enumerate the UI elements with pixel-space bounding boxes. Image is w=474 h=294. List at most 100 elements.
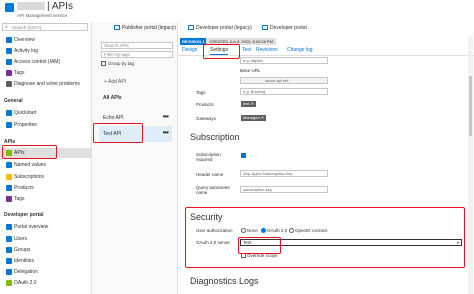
sidebar-item-named-values[interactable]: Named values [0, 160, 92, 170]
wrench-icon [6, 81, 12, 87]
revision-bar: REVISION 1 CREATED Jun 8, 2020, 8:00:28 P… [180, 38, 276, 45]
scrollbar-thumb[interactable] [469, 76, 472, 136]
override-scope-checkbox[interactable]: Override scope [241, 253, 278, 258]
group-by-tag-checkbox[interactable]: Group by tag [101, 61, 134, 66]
sidebar-item-quickstart[interactable]: Quickstart [0, 108, 92, 118]
subscription-heading: Subscription [190, 132, 240, 142]
gateways-label: Gateways [196, 116, 217, 121]
api-item-echo[interactable]: Echo API ••• [99, 110, 172, 126]
oauth-server-select[interactable]: Test ▾ [240, 239, 462, 246]
search-icon: ⌕ [5, 24, 8, 30]
properties-icon [6, 122, 12, 128]
query-param-label: Query parameter name [196, 185, 231, 195]
sidebar-item-groups[interactable]: Groups [0, 245, 92, 255]
developer-portal-legacy-link[interactable]: Developer portal (legacy) [188, 25, 252, 31]
oauth-icon [6, 280, 12, 286]
products-label: Products [196, 102, 214, 107]
subscription-required-checkbox[interactable] [241, 153, 246, 158]
radio-oauth[interactable]: OAuth 2.0 [261, 228, 287, 233]
sidebar-item-products[interactable]: Products [0, 183, 92, 193]
user-authorization-label: User authorization [196, 228, 233, 233]
api-item-test[interactable]: Test API ••• [99, 126, 172, 142]
api-icon [6, 150, 12, 156]
api-list-panel: Search APIs Filter by tags Group by tag … [92, 22, 178, 294]
sidebar-item-subscriptions[interactable]: Subscriptions [0, 172, 92, 182]
tab-change-log[interactable]: Change log [287, 47, 313, 53]
sidebar-section-developer-portal: Developer portal [4, 212, 44, 218]
header-name-input[interactable]: Ocp-Apim-Subscription-Key [240, 170, 328, 177]
tab-bar: Design Settings Test Revisions Change lo… [178, 46, 474, 56]
product-chip[interactable]: test ✕ [241, 101, 256, 107]
quickstart-icon [6, 110, 12, 116]
publisher-portal-link[interactable]: Publisher portal (legacy) [114, 25, 176, 31]
api-search-input[interactable]: Search APIs [101, 42, 173, 49]
all-apis-heading: All APIs [103, 95, 122, 101]
sidebar-item-diagnose[interactable]: Diagnose and solve problems [0, 79, 92, 89]
groups-icon [6, 247, 12, 253]
sidebar-item-activity-log[interactable]: Activity log [0, 46, 92, 56]
apim-logo-icon [5, 3, 14, 12]
external-link-icon [262, 25, 268, 30]
sidebar: ⌕ Search (Ctrl+/) Overview Activity log … [0, 22, 92, 294]
radio-none[interactable]: None [241, 228, 258, 233]
main-content: REVISION 1 CREATED Jun 8, 2020, 8:00:28 P… [178, 36, 474, 294]
sidebar-section-general: General [4, 98, 23, 104]
page-subtitle: API Management service [17, 13, 68, 18]
redacted-name [17, 2, 45, 10]
tag-icon [6, 196, 12, 202]
add-api-button[interactable]: + Add API [104, 79, 126, 85]
sidebar-item-overview[interactable]: Overview [0, 35, 92, 45]
revision-info: CREATED Jun 8, 2020, 8:00:28 PM [206, 38, 276, 45]
tags-label: Tags [196, 90, 206, 95]
sidebar-item-users[interactable]: Users [0, 234, 92, 244]
gateway-chip[interactable]: Managed ✕ [241, 115, 267, 121]
chevron-down-icon: ▾ [456, 240, 459, 245]
oauth-server-label: OAuth 2.0 server [196, 240, 231, 245]
sidebar-item-tags[interactable]: Tags [0, 68, 92, 78]
sidebar-item-apis[interactable]: APIs [0, 148, 92, 158]
identities-icon [6, 258, 12, 264]
tab-revisions[interactable]: Revisions [256, 47, 278, 53]
security-heading: Security [190, 212, 223, 222]
base-url-label: Base URL [240, 68, 261, 73]
tab-test[interactable]: Test [242, 47, 251, 53]
activity-log-icon [6, 48, 12, 54]
tab-settings[interactable]: Settings [210, 47, 229, 55]
sidebar-item-access-control[interactable]: Access control (IAM) [0, 57, 92, 67]
main-scrollbar[interactable] [468, 36, 473, 294]
revision-badge[interactable]: REVISION 1 [180, 38, 207, 45]
page-title: | APIs [17, 1, 73, 12]
delegation-icon [6, 269, 12, 275]
tag-filter-input[interactable]: Filter by tags [101, 51, 173, 58]
tag-icon [6, 70, 12, 76]
more-icon[interactable]: ••• [163, 112, 169, 121]
named-values-icon [6, 162, 12, 168]
sidebar-item-identities[interactable]: Identities [0, 256, 92, 266]
app-header: | APIs API Management service [0, 0, 474, 22]
overview-icon [6, 37, 12, 43]
user-icon [6, 236, 12, 242]
sidebar-item-properties[interactable]: Properties [0, 120, 92, 130]
sidebar-item-apis-tags[interactable]: Tags [0, 194, 92, 204]
tags-input[interactable]: e.g. Booking [240, 88, 328, 95]
key-icon [6, 174, 12, 180]
sidebar-item-delegation[interactable]: Delegation [0, 267, 92, 277]
sidebar-search-input[interactable]: ⌕ Search (Ctrl+/) [2, 23, 88, 31]
external-link-icon [188, 25, 194, 30]
portal-icon [6, 224, 12, 230]
sidebar-item-oauth[interactable]: OAuth 2.0 [0, 278, 92, 288]
sidebar-item-portal-overview[interactable]: Portal overview [0, 222, 92, 232]
subscription-required-label: Subscription required [196, 152, 221, 162]
base-url-field: azure-api.net [240, 77, 328, 84]
api-url-suffix-input[interactable]: e.g. httpbin [240, 57, 328, 64]
radio-openid[interactable]: OpenID connect [289, 228, 328, 233]
products-icon [6, 185, 12, 191]
sidebar-section-apis: APIs [4, 139, 16, 145]
tab-design[interactable]: Design [182, 47, 198, 53]
developer-portal-link[interactable]: Developer portal [262, 25, 307, 31]
header-name-label: Header name [196, 172, 224, 177]
toolbar: Publisher portal (legacy) Developer port… [92, 22, 474, 36]
more-icon[interactable]: ••• [163, 128, 169, 137]
query-param-input[interactable]: subscription-key [240, 186, 328, 193]
external-link-icon [114, 25, 120, 30]
